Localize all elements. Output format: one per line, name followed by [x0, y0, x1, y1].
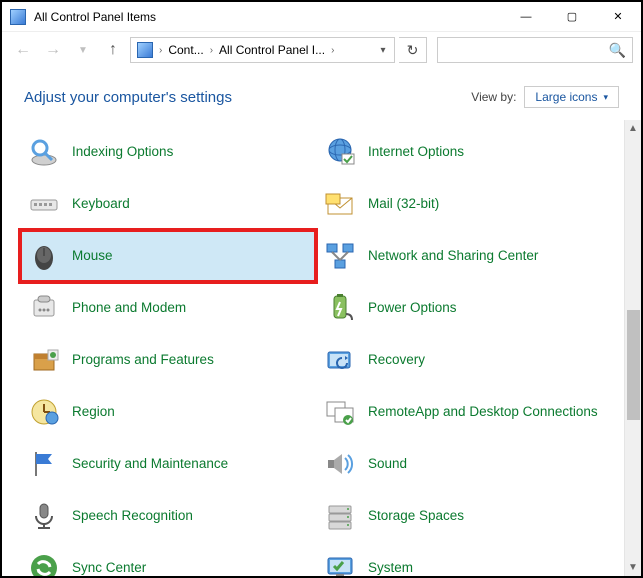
page-heading: Adjust your computer's settings	[24, 89, 471, 106]
item-region[interactable]: Region	[20, 386, 316, 438]
items-area: Indexing Options Internet Options Keyboard…	[2, 120, 641, 576]
item-phone-and-modem[interactable]: Phone and Modem	[20, 282, 316, 334]
recovery-icon	[322, 342, 358, 378]
breadcrumb-sep-icon: ›	[329, 45, 336, 56]
drives-icon	[322, 498, 358, 534]
item-programs-and-features[interactable]: Programs and Features	[20, 334, 316, 386]
breadcrumb-sep-icon: ›	[208, 45, 215, 56]
item-label: Recovery	[368, 352, 425, 368]
recent-locations-dropdown[interactable]: ▼	[70, 37, 96, 63]
item-label: RemoteApp and Desktop Connections	[368, 404, 598, 420]
item-label: Phone and Modem	[72, 300, 186, 316]
chevron-down-icon: ▾	[603, 92, 608, 103]
item-label: Security and Maintenance	[72, 456, 228, 472]
item-indexing-options[interactable]: Indexing Options	[20, 126, 316, 178]
navigation-bar: ← → ▼ ↑ › Cont... › All Control Panel I.…	[2, 32, 641, 68]
viewby-select[interactable]: Large icons ▾	[524, 86, 619, 108]
item-label: Power Options	[368, 300, 457, 316]
address-icon	[137, 42, 153, 58]
magnifier-drive-icon	[26, 134, 62, 170]
control-panel-icon	[10, 9, 26, 25]
item-sync-center[interactable]: Sync Center	[20, 542, 316, 576]
control-panel-window: All Control Panel Items — ▢ ✕ ← → ▼ ↑ › …	[0, 0, 643, 578]
item-label: Internet Options	[368, 144, 464, 160]
item-remoteapp-and-desktop-connections[interactable]: RemoteApp and Desktop Connections	[316, 386, 612, 438]
mail-icon	[322, 186, 358, 222]
clock-globe-icon	[26, 394, 62, 430]
item-label: Mouse	[72, 248, 113, 264]
globe-check-icon	[322, 134, 358, 170]
search-input[interactable]: 🔍	[437, 37, 633, 63]
window-title: All Control Panel Items	[34, 10, 503, 24]
items-grid: Indexing Options Internet Options Keyboard…	[2, 120, 624, 576]
speaker-icon	[322, 446, 358, 482]
back-button[interactable]: ←	[10, 37, 36, 63]
phone-modem-icon	[26, 290, 62, 326]
refresh-button[interactable]: ↻	[399, 37, 427, 63]
forward-button[interactable]: →	[40, 37, 66, 63]
address-dropdown-icon[interactable]: ▾	[374, 45, 392, 56]
viewby-value: Large icons	[535, 90, 597, 104]
search-icon: 🔍	[609, 42, 626, 59]
item-recovery[interactable]: Recovery	[316, 334, 612, 386]
close-button[interactable]: ✕	[595, 2, 641, 32]
item-sound[interactable]: Sound	[316, 438, 612, 490]
item-label: Network and Sharing Center	[368, 248, 538, 264]
item-label: Programs and Features	[72, 352, 214, 368]
keyboard-icon	[26, 186, 62, 222]
titlebar: All Control Panel Items — ▢ ✕	[2, 2, 641, 32]
scroll-down-button[interactable]: ▼	[625, 559, 641, 576]
item-label: Sound	[368, 456, 407, 472]
item-system[interactable]: System	[316, 542, 612, 576]
item-label: Keyboard	[72, 196, 130, 212]
breadcrumb-sep-icon: ›	[157, 45, 164, 56]
scroll-thumb[interactable]	[627, 310, 640, 420]
item-speech-recognition[interactable]: Speech Recognition	[20, 490, 316, 542]
up-button[interactable]: ↑	[100, 37, 126, 63]
item-label: Region	[72, 404, 115, 420]
vertical-scrollbar[interactable]: ▲ ▼	[624, 120, 641, 576]
viewby-label: View by:	[471, 90, 516, 104]
flag-icon	[26, 446, 62, 482]
mouse-icon	[26, 238, 62, 274]
address-bar[interactable]: › Cont... › All Control Panel I... › ▾	[130, 37, 395, 63]
system-icon	[322, 550, 358, 576]
item-label: System	[368, 560, 413, 576]
item-label: Indexing Options	[72, 144, 173, 160]
item-security-and-maintenance[interactable]: Security and Maintenance	[20, 438, 316, 490]
minimize-button[interactable]: —	[503, 2, 549, 32]
network-icon	[322, 238, 358, 274]
breadcrumb-part[interactable]: Cont...	[164, 43, 207, 57]
item-label: Storage Spaces	[368, 508, 464, 524]
item-mail-32-bit-[interactable]: Mail (32-bit)	[316, 178, 612, 230]
item-label: Speech Recognition	[72, 508, 193, 524]
item-label: Mail (32-bit)	[368, 196, 439, 212]
box-icon	[26, 342, 62, 378]
microphone-icon	[26, 498, 62, 534]
breadcrumb-part[interactable]: All Control Panel I...	[215, 43, 329, 57]
maximize-button[interactable]: ▢	[549, 2, 595, 32]
item-internet-options[interactable]: Internet Options	[316, 126, 612, 178]
window-controls: — ▢ ✕	[503, 2, 641, 32]
sync-icon	[26, 550, 62, 576]
item-keyboard[interactable]: Keyboard	[20, 178, 316, 230]
battery-plug-icon	[322, 290, 358, 326]
item-power-options[interactable]: Power Options	[316, 282, 612, 334]
item-storage-spaces[interactable]: Storage Spaces	[316, 490, 612, 542]
item-mouse[interactable]: Mouse	[20, 230, 316, 282]
remoteapp-icon	[322, 394, 358, 430]
item-label: Sync Center	[72, 560, 146, 576]
content-header: Adjust your computer's settings View by:…	[2, 68, 641, 120]
item-network-and-sharing-center[interactable]: Network and Sharing Center	[316, 230, 612, 282]
scroll-up-button[interactable]: ▲	[625, 120, 641, 137]
